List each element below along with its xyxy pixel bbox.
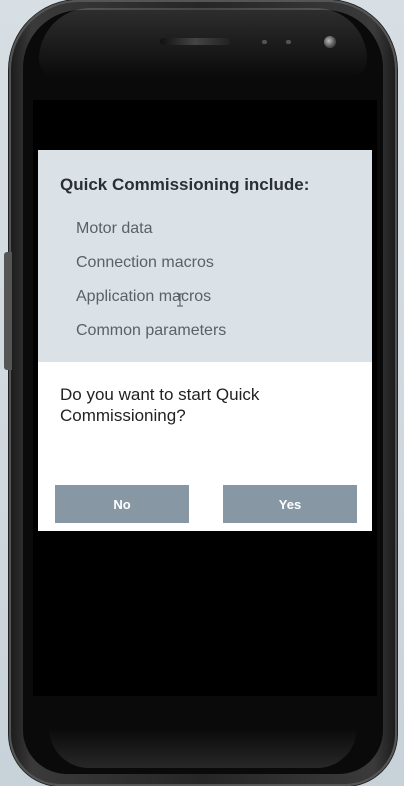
list-item: Motor data	[76, 220, 153, 237]
list-item: Application macros	[76, 288, 212, 305]
camera-icon	[324, 36, 336, 48]
feature-list: Motor data Connection macros Application…	[76, 219, 226, 355]
dialog-question: Do you want to start Quick Commissioning…	[60, 385, 260, 425]
sensor-dot	[262, 40, 267, 44]
no-button[interactable]: No	[55, 485, 189, 523]
bezel-bottom-highlight	[49, 728, 357, 768]
side-volume-button	[4, 252, 12, 370]
speaker-grille	[160, 38, 230, 45]
dialog-info-panel: Quick Commissioning include: Motor data …	[38, 150, 372, 362]
list-item: Connection macros	[76, 254, 214, 271]
list-item: Common parameters	[76, 322, 227, 339]
dialog-title: Quick Commissioning include:	[60, 175, 310, 194]
yes-button[interactable]: Yes	[223, 485, 357, 523]
quick-commissioning-dialog: Quick Commissioning include: Motor data …	[38, 150, 372, 531]
phone-screen: Quick Commissioning include: Motor data …	[33, 100, 377, 696]
sensor-dot	[286, 40, 291, 44]
text-cursor-icon	[177, 293, 183, 307]
